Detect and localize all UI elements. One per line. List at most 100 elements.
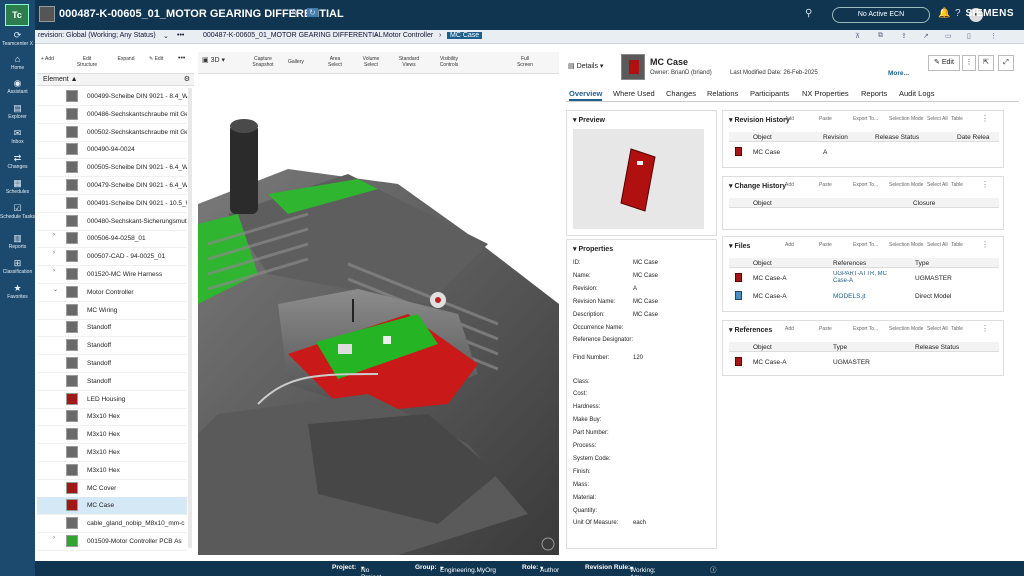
more-options-icon[interactable]: ⋮: [981, 240, 989, 249]
change-history-title[interactable]: ▾ Change History: [729, 182, 786, 190]
tree-row[interactable]: › 001509-Motor Controller PCB As: [37, 533, 187, 551]
details-dropdown[interactable]: ▤ Details ▾: [568, 62, 603, 70]
files-title[interactable]: ▾ Files: [729, 242, 750, 250]
rail-item-explorer[interactable]: ▤ Explorer: [0, 103, 35, 120]
area-select-button[interactable]: Area Select: [324, 56, 346, 68]
tree-row[interactable]: › 000507-CAD - 94-0025_01: [37, 248, 187, 267]
tree-row[interactable]: 000491-Scheibe DIN 9021 - 10.5_Wa: [37, 195, 187, 213]
panel-tool-button[interactable]: Table: [951, 326, 963, 332]
tab-reports[interactable]: Reports: [861, 89, 887, 98]
rail-item-home[interactable]: ⌂ Home: [0, 54, 35, 71]
more-options-icon[interactable]: •••: [177, 32, 184, 39]
tree-row[interactable]: › 000506-94-0258_01: [37, 230, 187, 249]
tree-column-header[interactable]: Element ▲ ⚙: [37, 74, 194, 86]
tree-row[interactable]: Standoff: [37, 319, 187, 338]
rail-item-reports[interactable]: ▥ Reports: [0, 233, 35, 250]
table-cell[interactable]: MC Case-A: [753, 293, 787, 300]
active-ecn-button[interactable]: No Active ECN: [832, 7, 930, 23]
tree-row[interactable]: M3x10 Hex: [37, 408, 187, 427]
add-button[interactable]: + Add: [41, 56, 54, 62]
panel-tool-button[interactable]: Select All: [927, 116, 948, 122]
teamcenter-logo[interactable]: Tc: [5, 4, 29, 26]
panel-tool-button[interactable]: Paste: [819, 242, 832, 248]
visibility-controls-button[interactable]: Visibility Controls: [434, 56, 464, 68]
panel-tool-button[interactable]: Paste: [819, 116, 832, 122]
panel-icon[interactable]: ▯: [967, 32, 971, 40]
revision-rule-selector[interactable]: Working; Any Status ▾: [630, 564, 656, 588]
volume-select-button[interactable]: Volume Select: [358, 56, 384, 68]
open-icon[interactable]: ↗: [923, 32, 929, 40]
tree-row[interactable]: M3x10 Hex: [37, 462, 187, 480]
preview-title[interactable]: ▾ Preview: [573, 116, 605, 124]
panel-tool-button[interactable]: Add: [785, 242, 794, 248]
rail-item-schedules[interactable]: ▦ Schedules: [0, 178, 35, 195]
more-link[interactable]: More...: [888, 70, 909, 77]
tree-row[interactable]: MC Cover: [37, 480, 187, 498]
open-icon[interactable]: ⇱: [978, 55, 994, 71]
expand-button[interactable]: Expand: [113, 56, 139, 62]
more-options-icon[interactable]: ⋮: [962, 55, 976, 71]
tree-row[interactable]: 000479-Scheibe DIN 9021 - 6.4_Was: [37, 177, 187, 195]
tree-row[interactable]: 000480-Sechskant-Sicherungsmutte: [37, 213, 187, 231]
rail-item-schedule-tasks[interactable]: ☑ Schedule Tasks: [0, 203, 35, 220]
help-icon[interactable]: ?: [955, 8, 961, 19]
more-options-icon[interactable]: ⋮: [981, 114, 989, 123]
table-cell[interactable]: MC Case-A: [753, 275, 787, 282]
role-selector[interactable]: Author ▾: [540, 564, 559, 574]
rail-item-favorites[interactable]: ★ Favorites: [0, 283, 35, 300]
edit-structure-button[interactable]: Edit Structure: [73, 56, 101, 68]
panel-tool-button[interactable]: Select All: [927, 182, 948, 188]
tree-row[interactable]: 000499-Scheibe DIN 9021 - 8.4_Was: [37, 88, 187, 106]
edit-button[interactable]: ✎ Edit: [149, 56, 163, 62]
expand-twisty-icon[interactable]: ›: [53, 232, 55, 238]
tree-row[interactable]: Standoff: [37, 337, 187, 356]
panel-tool-button[interactable]: Selection Mode: [889, 116, 923, 122]
full-screen-button[interactable]: Full Screen: [514, 56, 536, 68]
rail-item-classification[interactable]: ⊞ Classification: [0, 258, 35, 275]
panel-tool-button[interactable]: Selection Mode: [889, 242, 923, 248]
info-icon[interactable]: ⓘ: [710, 564, 717, 574]
breadcrumb-root[interactable]: 000487-K-00605_01_MOTOR GEARING DIFFEREN…: [203, 32, 383, 39]
capture-snapshot-button[interactable]: Capture Snapshot: [246, 56, 280, 68]
project-selector[interactable]: No Project ▾: [361, 564, 381, 581]
tree-row[interactable]: Standoff: [37, 373, 187, 391]
rail-item-inbox[interactable]: ✉ Inbox: [0, 128, 35, 145]
tab-overview[interactable]: Overview: [569, 89, 603, 101]
file-link[interactable]: UGPART-ATTR, MC Case-A: [833, 271, 903, 285]
references-title[interactable]: ▾ References: [729, 326, 772, 334]
tree-row[interactable]: MC Wiring: [37, 302, 187, 320]
edit-button[interactable]: ✎ Edit: [928, 55, 960, 71]
more-options-icon[interactable]: ⋮: [981, 180, 989, 189]
panel-tool-button[interactable]: Paste: [819, 182, 832, 188]
tree-row[interactable]: M3x10 Hex: [37, 444, 187, 462]
tree-row[interactable]: ⌄ Motor Controller: [37, 284, 187, 302]
revision-history-title[interactable]: ▾ Revision History: [729, 116, 790, 124]
group-selector[interactable]: Engineering.MyOrg ▾: [440, 564, 496, 574]
breadcrumb-current[interactable]: MC Case: [447, 32, 483, 39]
share-icon[interactable]: ⇪: [901, 32, 907, 40]
revision-rule-selector[interactable]: revision: Global (Working; Any Status): [38, 32, 156, 39]
panel-tool-button[interactable]: Add: [785, 182, 794, 188]
tree-row[interactable]: cable_gland_nobip_M8x10_mm-c: [37, 515, 187, 534]
tree-row[interactable]: M3x10 Hex: [37, 426, 187, 445]
tab-nx-properties[interactable]: NX Properties: [802, 89, 849, 98]
panel-tool-button[interactable]: Table: [951, 182, 963, 188]
file-link[interactable]: MODELS.jt: [833, 293, 866, 300]
panel-tool-button[interactable]: Export To...: [853, 242, 878, 248]
tab-where-used[interactable]: Where Used: [613, 89, 655, 98]
panel-tool-button[interactable]: Add: [785, 326, 794, 332]
panel-tool-button[interactable]: Selection Mode: [889, 326, 923, 332]
tree-row[interactable]: › 001520-MC Wire Harness: [37, 266, 187, 284]
tree-scrollbar[interactable]: [188, 88, 192, 548]
tree-row[interactable]: Standoff: [37, 355, 187, 373]
rail-item-changes[interactable]: ⇄ Changes: [0, 153, 35, 170]
more-options-icon[interactable]: ⋮: [981, 324, 989, 333]
panel-tool-button[interactable]: Export To...: [853, 182, 878, 188]
table-cell[interactable]: MC Case-A: [753, 359, 787, 366]
breadcrumb-motor-controller[interactable]: Motor Controller: [383, 32, 433, 39]
panel-tool-button[interactable]: Table: [951, 242, 963, 248]
rail-item-assistant[interactable]: ◉ Assistant: [0, 78, 35, 95]
fullscreen-icon[interactable]: ⤢: [998, 55, 1014, 71]
tab-changes[interactable]: Changes: [666, 89, 696, 98]
tree-row[interactable]: 000502-Sechskantschraube mit Gew: [37, 124, 187, 142]
